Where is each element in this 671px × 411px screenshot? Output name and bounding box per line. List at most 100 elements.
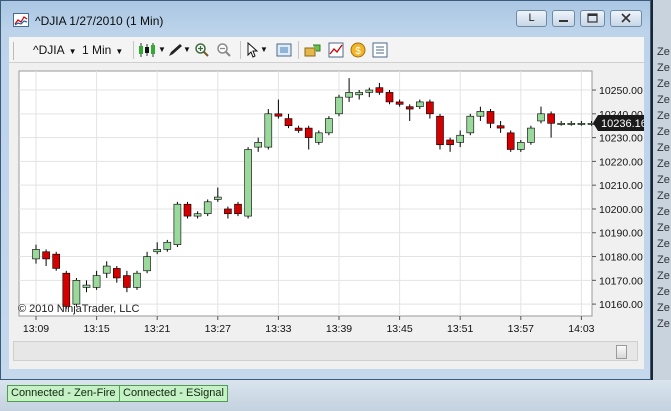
close-icon <box>621 13 631 23</box>
candle-body-down <box>405 106 414 110</box>
background-label: Ze <box>657 158 670 170</box>
window-title: ^DJIA 1/27/2010 (1 Min) <box>35 14 164 28</box>
candle-body-up <box>173 203 182 245</box>
instrument-label: ^DJIA <box>33 43 65 57</box>
price-chart[interactable]: 10250.00 10240.00 10230.00 10220.00 10210.00… <box>9 63 644 369</box>
chart-app-icon <box>13 13 29 27</box>
chevron-down-icon[interactable]: ▼ <box>183 42 191 58</box>
x-tick-label: 13:39 <box>326 323 352 335</box>
maximize-button[interactable] <box>580 10 605 27</box>
candle-body-up <box>264 113 273 148</box>
chart-toolbar: ^DJIA ▼ 1 Min ▼ ▼ ▼ ▼ $ <box>9 37 644 63</box>
background-app-strip: Ze Ze Ze Ze Ze Ze Ze Ze Ze Ze Ze Ze Ze Ze Ze Ze Ze Ze <box>653 0 671 380</box>
x-tick-label: 13:09 <box>23 323 49 335</box>
chevron-down-icon[interactable]: ▼ <box>158 42 166 58</box>
strategies-icon[interactable] <box>304 42 322 58</box>
y-tick-label: 10200.00 <box>599 204 643 216</box>
candle-body-down <box>52 253 61 269</box>
indicators-icon[interactable] <box>328 42 344 58</box>
candle-body-up <box>102 265 111 274</box>
background-label: Ze <box>657 110 670 122</box>
layout-lock-button[interactable]: L <box>516 10 547 27</box>
candle-body-up <box>557 123 566 125</box>
background-label: Ze <box>657 206 670 218</box>
minimize-icon <box>559 20 568 22</box>
background-label: Ze <box>657 254 670 266</box>
chevron-down-icon: ▼ <box>115 47 124 56</box>
candle-body-up <box>325 118 333 134</box>
candle-body-up <box>527 127 535 143</box>
properties-icon[interactable] <box>372 42 388 58</box>
y-tick-label: 10160.00 <box>599 299 643 311</box>
candle-body-up <box>365 89 374 93</box>
background-label: Ze <box>657 174 670 186</box>
background-label: Ze <box>657 190 670 202</box>
candle-body-down <box>62 272 71 307</box>
interval-selector[interactable]: 1 Min ▼ <box>82 42 123 58</box>
instrument-selector[interactable]: ^DJIA ▼ <box>33 42 77 58</box>
candle-body-up <box>193 213 202 217</box>
y-tick-label: 10180.00 <box>599 252 643 264</box>
candle-body-down <box>385 92 394 103</box>
candle-body-down <box>42 251 50 260</box>
candle-body-down <box>183 203 192 217</box>
candle-body-up <box>143 256 151 272</box>
candle-body-up <box>214 196 222 200</box>
candle-body-down <box>426 101 434 115</box>
candle-body-down <box>224 208 232 215</box>
horizontal-scrollbar[interactable] <box>13 341 638 361</box>
candle-body-up <box>32 249 40 260</box>
interval-label: 1 Min <box>82 43 112 57</box>
candle-body-up <box>244 149 252 217</box>
data-box-icon[interactable] <box>276 42 292 58</box>
candle-body-up <box>466 115 475 134</box>
pointer-icon[interactable] <box>246 42 258 58</box>
background-label: Ze <box>657 78 670 90</box>
scrollbar-thumb[interactable] <box>616 345 627 359</box>
title-bar[interactable]: ^DJIA 1/27/2010 (1 Min) L <box>1 1 650 37</box>
background-label: Ze <box>657 222 670 234</box>
candle-body-up <box>72 280 81 305</box>
orders-coin-icon[interactable]: $ <box>350 42 366 58</box>
x-tick-label: 13:57 <box>508 323 534 335</box>
background-label: Ze <box>657 286 670 298</box>
candle-body-up <box>345 92 353 98</box>
candle-body-down <box>436 115 444 146</box>
close-button[interactable] <box>610 10 642 27</box>
restore-icon <box>587 13 598 23</box>
x-tick-label: 13:21 <box>144 323 170 335</box>
toolbar-grip <box>13 42 14 60</box>
y-tick-label: 10250.00 <box>599 85 643 97</box>
zoom-out-icon[interactable] <box>216 42 232 58</box>
candle-body-down <box>274 113 283 117</box>
candle-body-up <box>163 241 172 250</box>
y-tick-label: 10220.00 <box>599 156 643 168</box>
candlestick-style-icon[interactable] <box>137 42 159 58</box>
background-label: Ze <box>657 46 670 58</box>
candle-body-up <box>314 132 323 143</box>
status-bar: Connected - Zen-Fire Connected - ESignal <box>0 380 671 411</box>
candle-body-up <box>567 123 576 125</box>
candle-body-down <box>294 127 303 131</box>
x-tick-label: 13:27 <box>205 323 231 335</box>
candle-body-down <box>284 118 293 127</box>
minimize-button[interactable] <box>552 10 575 27</box>
candle-body-up <box>254 142 262 148</box>
toolbar-separator <box>298 41 299 59</box>
candle-body-down <box>375 87 384 93</box>
candle-body-up <box>537 113 545 122</box>
chevron-down-icon[interactable]: ▼ <box>260 42 268 58</box>
candle-body-up <box>153 249 161 253</box>
background-label: Ze <box>657 270 670 282</box>
x-tick-label: 14:03 <box>568 323 594 335</box>
x-tick-label: 13:51 <box>447 323 473 335</box>
candle-body-down <box>446 139 454 146</box>
candle-body-down <box>496 125 505 129</box>
candlestick-chart[interactable]: 10250.0010240.0010230.0010220.0010210.00… <box>9 63 644 335</box>
zoom-in-icon[interactable] <box>194 42 210 58</box>
candle-body-down <box>547 113 555 124</box>
candle-body-up <box>577 123 586 125</box>
last-price-label: 10236.16 <box>601 118 644 130</box>
candle-body-down <box>123 275 131 288</box>
candle-body-up <box>355 92 364 96</box>
